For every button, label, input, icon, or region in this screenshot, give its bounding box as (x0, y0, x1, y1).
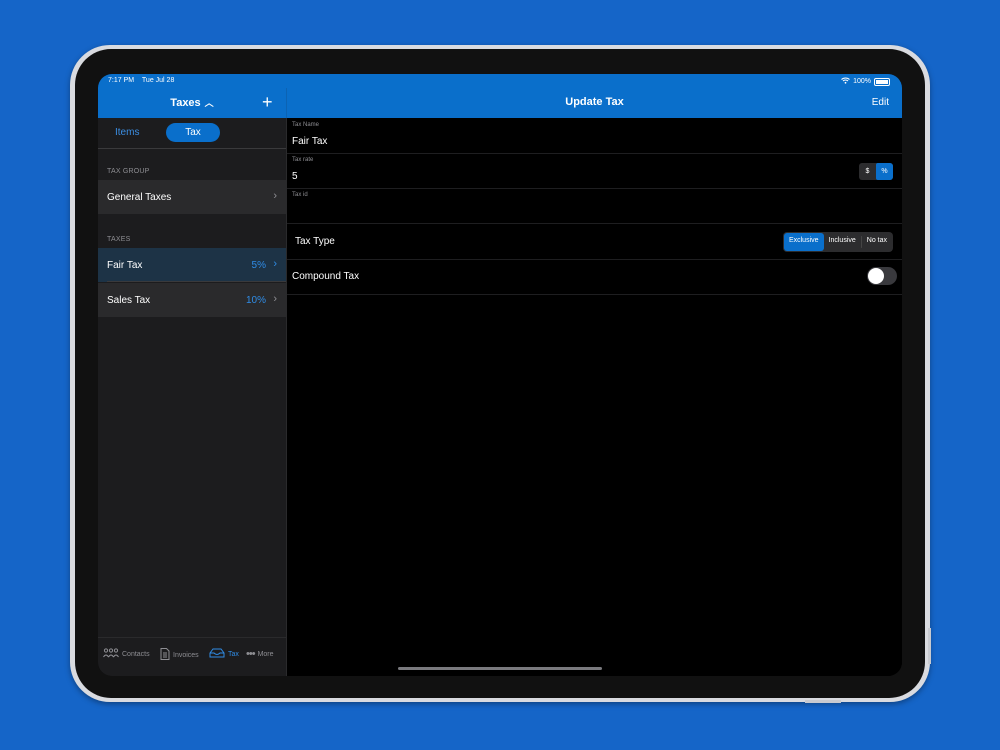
tax-rate-caption: Tax rate (292, 157, 314, 163)
detail-pane: Tax Name Fair Tax Tax rate 5 $ % Tax id … (287, 118, 902, 676)
compound-tax-label: Compound Tax (292, 271, 360, 282)
tabbar-contacts[interactable]: Contacts (103, 648, 150, 661)
tab-items[interactable]: Items (115, 127, 139, 138)
rate-unit-segmented-control: $ % (859, 163, 893, 180)
unit-dollar-option[interactable]: $ (859, 163, 876, 180)
tax-name-field[interactable]: Tax Name Fair Tax (287, 118, 902, 154)
wifi-icon (841, 77, 850, 86)
sidebar-title-menu[interactable]: Taxes ︿ (98, 96, 286, 109)
tabbar-tax-label: Tax (228, 651, 239, 658)
tax-row-name: Sales Tax (107, 295, 151, 306)
tax-rate-field[interactable]: Tax rate 5 $ % (287, 153, 902, 189)
tray-icon (209, 648, 225, 661)
toggle-knob (868, 268, 884, 284)
home-indicator (398, 667, 602, 670)
compound-tax-row: Compound Tax (287, 259, 902, 295)
tax-rate-value: 5 (292, 171, 298, 182)
screen: 7:17 PM Tue Jul 28 100% Taxes ︿ + Update … (98, 74, 902, 676)
chevron-up-icon: ︿ (204, 98, 214, 108)
tax-group-row[interactable]: General Taxes › (98, 180, 286, 214)
taxes-section-label: TAXES (107, 236, 131, 243)
tax-row-name: Fair Tax (107, 260, 143, 271)
chevron-right-icon: › (273, 293, 277, 305)
tab-tax[interactable]: Tax (166, 123, 220, 142)
battery-percent: 100% (853, 78, 871, 85)
status-time: 7:17 PM (108, 77, 135, 84)
battery-icon (874, 77, 890, 86)
tax-type-label: Tax Type (295, 236, 335, 247)
more-dots-icon: ••• (246, 648, 256, 660)
navigation-bar: Taxes ︿ + Update Tax Edit (98, 88, 902, 118)
tax-row-value: 10% (245, 295, 266, 306)
tax-type-row: Tax Type Exclusive Inclusive No tax (287, 224, 902, 260)
tax-type-inclusive[interactable]: Inclusive (824, 233, 861, 251)
tax-type-no-tax[interactable]: No tax (862, 233, 892, 251)
sidebar: Items Tax TAX GROUP General Taxes › TAXE… (98, 118, 287, 676)
row-divider (107, 281, 286, 282)
chevron-right-icon: › (273, 190, 277, 202)
tax-group-section-label: TAX GROUP (107, 168, 150, 175)
status-date: Tue Jul 28 (141, 77, 175, 84)
edit-button[interactable]: Edit (872, 97, 889, 108)
add-tax-button[interactable]: + (262, 90, 273, 114)
tax-name-value: Fair Tax (292, 136, 328, 147)
tax-row-value: 5% (251, 260, 266, 271)
tax-row-sales-tax[interactable]: Sales Tax 10% › (98, 283, 286, 317)
tabbar-more[interactable]: ••• More (246, 648, 274, 660)
page-title: Update Tax (565, 96, 624, 108)
contacts-icon (103, 648, 119, 661)
tab-bar: Contacts Invoices Tax ••• More (98, 637, 286, 676)
unit-percent-option[interactable]: % (876, 163, 893, 180)
tax-row-fair-tax[interactable]: Fair Tax 5% › (98, 248, 286, 282)
tax-id-field[interactable]: Tax id (287, 188, 902, 224)
tax-type-segmented-control: Exclusive Inclusive No tax (782, 232, 893, 252)
tax-id-caption: Tax id (292, 192, 308, 198)
volume-button (928, 628, 931, 664)
tabbar-invoices[interactable]: Invoices (160, 648, 199, 663)
compound-tax-toggle[interactable] (867, 267, 897, 285)
document-icon (160, 648, 170, 663)
tax-type-exclusive[interactable]: Exclusive (783, 233, 824, 251)
status-bar: 7:17 PM Tue Jul 28 100% (98, 74, 902, 88)
tabbar-invoices-label: Invoices (173, 652, 199, 659)
tax-name-caption: Tax Name (292, 122, 320, 128)
tax-group-row-label: General Taxes (107, 192, 172, 203)
tabbar-contacts-label: Contacts (122, 651, 150, 658)
tabbar-tax[interactable]: Tax (209, 648, 239, 661)
top-button (805, 700, 841, 703)
sidebar-title: Taxes (170, 97, 201, 109)
chevron-right-icon: › (273, 258, 277, 270)
sidebar-segment-tabs: Items Tax (98, 118, 286, 149)
tabbar-more-label: More (257, 650, 274, 658)
